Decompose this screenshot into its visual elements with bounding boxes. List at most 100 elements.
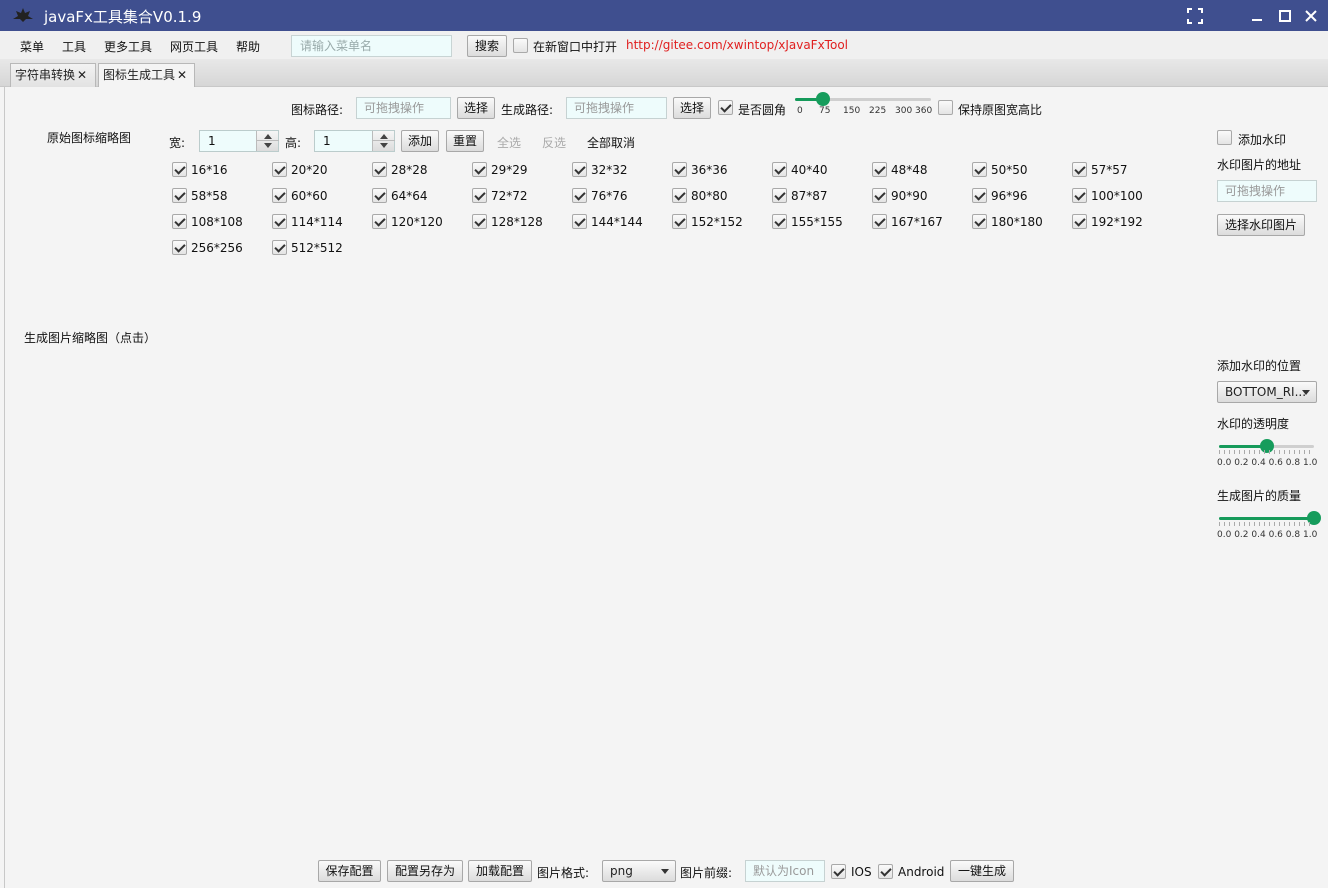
size-checkbox[interactable] <box>672 188 687 203</box>
size-label: 72*72 <box>491 189 528 203</box>
size-checkbox[interactable] <box>872 162 887 177</box>
icon-path-select-button[interactable]: 选择 <box>457 97 495 119</box>
size-checkbox[interactable] <box>1072 188 1087 203</box>
size-checkbox[interactable] <box>672 214 687 229</box>
android-checkbox[interactable] <box>878 864 893 879</box>
choose-watermark-button[interactable]: 选择水印图片 <box>1217 214 1305 236</box>
quality-ticks <box>1219 522 1314 526</box>
add-watermark-checkbox[interactable] <box>1217 130 1232 145</box>
size-checkbox[interactable] <box>572 188 587 203</box>
size-checkbox[interactable] <box>572 214 587 229</box>
keep-ratio-checkbox[interactable] <box>938 100 953 115</box>
size-checkbox[interactable] <box>872 188 887 203</box>
icon-path-input[interactable]: 可拖拽操作 <box>356 97 451 119</box>
tab-string-convert[interactable]: 字符串转换 ✕ <box>10 63 96 87</box>
save-config-button[interactable]: 保存配置 <box>318 860 381 882</box>
scale-tick-label: 0.2 <box>1234 530 1249 540</box>
menu-item-web-tools[interactable]: 网页工具 <box>170 38 218 55</box>
radius-slider-thumb[interactable] <box>816 92 831 106</box>
size-checkbox[interactable] <box>172 188 187 203</box>
tab-icon-generator[interactable]: 图标生成工具 ✕ <box>98 63 195 88</box>
size-label: 16*16 <box>191 163 228 177</box>
tab-close-icon[interactable]: ✕ <box>177 68 187 82</box>
scale-tick-label: 0.6 <box>1268 458 1283 468</box>
output-path-select-button[interactable]: 选择 <box>673 97 711 119</box>
size-checkbox[interactable] <box>372 162 387 177</box>
size-checkbox[interactable] <box>472 214 487 229</box>
menu-bar: 菜单 工具 更多工具 网页工具 帮助 搜索 在新窗口中打开 http://git… <box>0 31 1328 59</box>
quality-label: 生成图片的质量 <box>1217 489 1302 503</box>
new-window-checkbox[interactable] <box>513 38 528 53</box>
search-button[interactable]: 搜索 <box>467 35 507 57</box>
size-label: 155*155 <box>791 215 843 229</box>
size-checkbox[interactable] <box>1072 214 1087 229</box>
size-checkbox[interactable] <box>972 214 987 229</box>
size-checkbox[interactable] <box>272 214 287 229</box>
tab-close-icon[interactable]: ✕ <box>77 68 87 82</box>
size-checkbox[interactable] <box>972 162 987 177</box>
size-checkbox[interactable] <box>472 188 487 203</box>
cancel-all-link[interactable]: 全部取消 <box>587 134 635 151</box>
watermark-position-select[interactable]: BOTTOM_RI... <box>1217 381 1317 403</box>
size-checkbox[interactable] <box>172 162 187 177</box>
size-checkbox[interactable] <box>272 188 287 203</box>
gitee-link[interactable]: http://gitee.com/xwintop/xJavaFxTool <box>626 38 848 52</box>
opacity-ticks <box>1219 450 1314 454</box>
rounded-checkbox[interactable] <box>718 100 733 115</box>
menu-item-more-tools[interactable]: 更多工具 <box>104 38 152 55</box>
size-label: 192*192 <box>1091 215 1143 229</box>
size-checkbox[interactable] <box>1072 162 1087 177</box>
size-checkbox[interactable] <box>572 162 587 177</box>
quality-slider[interactable] <box>1219 511 1321 525</box>
size-checkbox[interactable] <box>872 214 887 229</box>
generate-button[interactable]: 一键生成 <box>950 860 1014 882</box>
size-checkbox[interactable] <box>272 162 287 177</box>
size-checkbox[interactable] <box>372 214 387 229</box>
size-label: 40*40 <box>791 163 828 177</box>
radius-slider[interactable] <box>795 92 931 106</box>
menu-item-menu[interactable]: 菜单 <box>20 38 44 55</box>
size-label: 36*36 <box>691 163 728 177</box>
size-checkbox[interactable] <box>472 162 487 177</box>
size-label: 29*29 <box>491 163 528 177</box>
size-checkbox[interactable] <box>772 188 787 203</box>
menu-item-tools[interactable]: 工具 <box>62 38 86 55</box>
decrement-icon[interactable] <box>380 143 388 148</box>
opacity-slider[interactable] <box>1219 439 1314 453</box>
scale-tick-label: 1.0 <box>1303 458 1318 468</box>
save-config-as-button[interactable]: 配置另存为 <box>387 860 463 882</box>
height-spinner[interactable]: 1 <box>314 130 395 152</box>
increment-icon[interactable] <box>264 134 272 139</box>
prefix-input[interactable]: 默认为Icon <box>745 860 825 882</box>
fullscreen-icon[interactable] <box>1178 0 1212 31</box>
divider <box>373 140 395 141</box>
load-config-button[interactable]: 加载配置 <box>468 860 532 882</box>
size-checkbox[interactable] <box>172 214 187 229</box>
height-value: 1 <box>323 134 331 148</box>
size-checkbox[interactable] <box>272 240 287 255</box>
select-all-link[interactable]: 全选 <box>497 134 521 151</box>
chevron-down-icon <box>1302 390 1310 395</box>
size-checkbox[interactable] <box>672 162 687 177</box>
output-path-input[interactable]: 可拖拽操作 <box>566 97 667 119</box>
ios-checkbox[interactable] <box>831 864 846 879</box>
invert-selection-link[interactable]: 反选 <box>542 134 566 151</box>
size-label: 58*58 <box>191 189 228 203</box>
increment-icon[interactable] <box>380 134 388 139</box>
menu-search-input[interactable] <box>291 35 452 57</box>
reset-button[interactable]: 重置 <box>446 130 484 152</box>
format-select[interactable]: png <box>602 860 676 882</box>
add-size-button[interactable]: 添加 <box>401 130 439 152</box>
close-icon[interactable] <box>1294 0 1328 31</box>
size-checkbox[interactable] <box>372 188 387 203</box>
size-checkbox[interactable] <box>772 162 787 177</box>
size-checkbox[interactable] <box>172 240 187 255</box>
size-checkbox[interactable] <box>972 188 987 203</box>
size-checkbox[interactable] <box>772 214 787 229</box>
watermark-opacity-label: 水印的透明度 <box>1217 417 1290 431</box>
decrement-icon[interactable] <box>264 143 272 148</box>
height-label: 高: <box>285 136 302 150</box>
menu-item-help[interactable]: 帮助 <box>236 38 260 55</box>
watermark-address-input[interactable]: 可拖拽操作 <box>1217 180 1317 202</box>
width-spinner[interactable]: 1 <box>199 130 279 152</box>
